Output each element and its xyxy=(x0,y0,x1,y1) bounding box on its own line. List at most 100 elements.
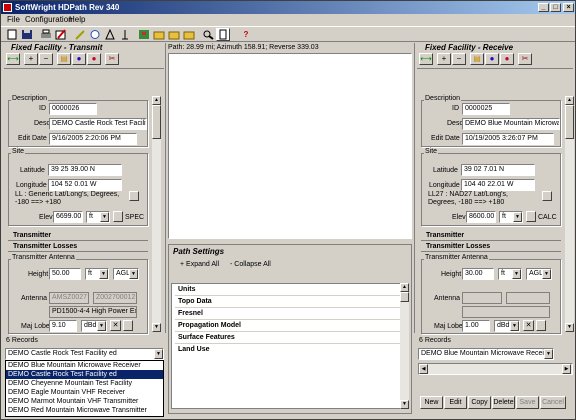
path-profile-canvas[interactable] xyxy=(168,53,412,239)
list-item[interactable]: DEMO Blue Mountain Microwave Receiver xyxy=(6,361,163,370)
settings-surface-features[interactable]: Surface Features xyxy=(175,333,401,344)
transmit-add-button[interactable]: + xyxy=(24,53,38,65)
receive-id-field[interactable]: 0000025 xyxy=(462,103,510,115)
transmit-desc-field[interactable]: DEMO Castle Rock Test Facilit xyxy=(49,118,147,130)
transmit-majlobe-button[interactable] xyxy=(123,320,133,331)
receive-resize-icon[interactable]: ⟷ xyxy=(419,53,433,65)
new-button[interactable]: New xyxy=(420,396,443,409)
settings-units[interactable]: Units xyxy=(175,285,401,296)
transmit-majlobe-unit-select[interactable]: dBd ▼ xyxy=(81,320,107,332)
transmit-tools-icon[interactable]: ✂ xyxy=(105,53,119,65)
receive-longitude-field[interactable]: 104 40 22.01 W xyxy=(461,179,535,191)
left-splitter[interactable] xyxy=(165,43,167,333)
settings-topo-data[interactable]: Topo Data xyxy=(175,297,401,308)
receive-latitude-field[interactable]: 39 02 7.01 N xyxy=(461,164,535,176)
menu-configuration[interactable]: Configuration xyxy=(25,14,73,26)
map-icon[interactable] xyxy=(137,28,151,41)
zoom-icon[interactable] xyxy=(201,28,215,41)
receive-height-ref-select[interactable]: AGL ▼ xyxy=(526,268,552,280)
receive-majlobe-button[interactable] xyxy=(536,320,546,331)
list-item[interactable]: DEMO Eagle Mountain VHF Receiver xyxy=(6,388,163,397)
transmit-id-field[interactable]: 0000026 xyxy=(49,103,97,115)
receive-height-unit-select[interactable]: ft ▼ xyxy=(498,268,522,280)
menu-file[interactable]: File xyxy=(7,14,20,26)
save-button[interactable]: Save xyxy=(516,396,539,409)
transmit-facility-list[interactable]: DEMO Blue Mountain Microwave Receiver DE… xyxy=(5,360,164,417)
receive-users-icon[interactable]: ● xyxy=(485,53,499,65)
transmit-majlobe-field[interactable]: 9.10 xyxy=(49,320,77,332)
receive-majlobe-clear-icon[interactable]: ✕ xyxy=(523,320,534,331)
receive-tools-icon[interactable]: ✂ xyxy=(518,53,532,65)
list-item-selected[interactable]: DEMO Castle Rock Test Facility ed xyxy=(6,370,163,379)
path-settings-scrollbar[interactable]: ▲ ▼ xyxy=(400,283,409,409)
question-icon[interactable]: ? xyxy=(239,28,253,41)
receive-facility-select[interactable]: DEMO Blue Mountain Microwave Receiver ▼ xyxy=(418,348,554,360)
print-icon[interactable] xyxy=(39,28,53,41)
scroll-left-icon[interactable]: ◀ xyxy=(419,364,428,374)
scroll-thumb[interactable] xyxy=(565,105,574,139)
transmit-elev-button[interactable] xyxy=(113,211,123,222)
receive-height-field[interactable]: 30.00 xyxy=(462,268,494,280)
scroll-up-icon[interactable]: ▲ xyxy=(400,283,409,292)
transmit-losses-section[interactable]: Transmitter Losses xyxy=(13,243,77,250)
folder-open-icon[interactable] xyxy=(167,28,181,41)
receive-majlobe-field[interactable]: 1.00 xyxy=(462,320,490,332)
list-item[interactable]: DEMO Cheyenne Mountain Test Facility xyxy=(6,379,163,388)
transmit-height-unit-select[interactable]: ft ▼ xyxy=(85,268,109,280)
receive-losses-section[interactable]: Transmitter Losses xyxy=(426,243,490,250)
save-icon[interactable] xyxy=(20,28,34,41)
folder-icon[interactable] xyxy=(152,28,166,41)
transmit-users-icon[interactable]: ● xyxy=(72,53,86,65)
transmit-elev-field[interactable]: 6699.00 xyxy=(53,211,83,223)
receive-coord-button[interactable] xyxy=(542,191,552,201)
antenna-icon[interactable] xyxy=(103,28,117,41)
cancel-button[interactable]: Cancel xyxy=(540,396,566,409)
settings-land-use[interactable]: Land Use xyxy=(175,345,401,356)
receive-scrollbar[interactable]: ▲ ▼ xyxy=(565,96,574,332)
receive-person-icon[interactable]: ● xyxy=(500,53,514,65)
maximize-button[interactable]: □ xyxy=(550,3,561,12)
transmit-remove-button[interactable]: − xyxy=(39,53,53,65)
transmit-longitude-field[interactable]: 104 52 0.01 W xyxy=(48,179,122,191)
menu-help[interactable]: Help xyxy=(69,14,85,26)
settings-propagation-model[interactable]: Propagation Model xyxy=(175,321,401,332)
scroll-up-icon[interactable]: ▲ xyxy=(152,96,161,105)
folder-closed-icon[interactable] xyxy=(182,28,196,41)
receive-transmitter-section[interactable]: Transmitter xyxy=(426,232,464,239)
receive-elev-button[interactable] xyxy=(526,211,536,222)
settings-fresnel[interactable]: Fresnel xyxy=(175,309,401,320)
scroll-thumb[interactable] xyxy=(400,292,409,302)
copy-button[interactable]: Copy xyxy=(468,396,491,409)
scroll-down-icon[interactable]: ▼ xyxy=(152,323,161,332)
transmit-chart-icon[interactable]: ▤ xyxy=(57,53,71,65)
right-splitter[interactable] xyxy=(414,43,416,333)
tower-icon[interactable] xyxy=(118,28,132,41)
page-icon[interactable] xyxy=(216,28,230,41)
scroll-down-icon[interactable]: ▼ xyxy=(565,323,574,332)
scroll-right-icon[interactable]: ▶ xyxy=(562,364,571,374)
scroll-thumb[interactable] xyxy=(152,105,161,139)
transmit-transmitter-section[interactable]: Transmitter xyxy=(13,232,51,239)
transmit-majlobe-clear-icon[interactable]: ✕ xyxy=(110,320,121,331)
transmit-height-field[interactable]: 50.00 xyxy=(49,268,81,280)
receive-chart-icon[interactable]: ▤ xyxy=(470,53,484,65)
transmit-scrollbar[interactable]: ▲ ▼ xyxy=(152,96,161,332)
new-icon[interactable] xyxy=(5,28,19,41)
transmit-latitude-field[interactable]: 39 25 39.00 N xyxy=(48,164,122,176)
transmit-resize-icon[interactable]: ⟷ xyxy=(6,53,20,65)
minimize-button[interactable]: _ xyxy=(538,3,549,12)
receive-elev-unit-select[interactable]: ft ▼ xyxy=(499,211,523,223)
tools-icon[interactable] xyxy=(73,28,87,41)
receive-hscrollbar[interactable]: ◀ ▶ xyxy=(418,363,573,375)
transmit-person-icon[interactable]: ● xyxy=(87,53,101,65)
expand-all-link[interactable]: + Expand All xyxy=(180,261,219,268)
transmit-coord-button[interactable] xyxy=(129,191,139,201)
receive-desc-field[interactable]: DEMO Blue Mountain Microwa xyxy=(462,118,560,130)
list-item[interactable]: DEMO Red Mountain Microwave Transmitter xyxy=(6,406,163,415)
transmit-facility-select[interactable]: DEMO Castle Rock Test Facility ed ▼ xyxy=(5,348,164,360)
transmit-height-ref-select[interactable]: AGL ▼ xyxy=(113,268,139,280)
receive-add-button[interactable]: + xyxy=(437,53,451,65)
close-button[interactable]: × xyxy=(563,3,574,12)
list-item[interactable]: DEMO Marmot Mountain VHF Transmitter xyxy=(6,397,163,406)
scroll-up-icon[interactable]: ▲ xyxy=(565,96,574,105)
